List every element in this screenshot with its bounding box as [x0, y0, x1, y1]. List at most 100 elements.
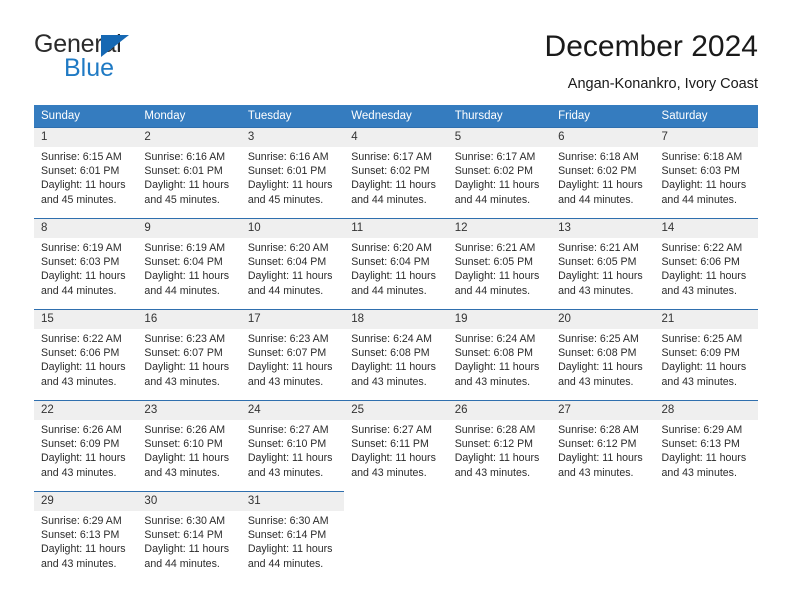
day-cell[interactable]: 21 Sunrise: 6:25 AM Sunset: 6:09 PM Dayl… [654, 309, 758, 401]
day-info: Sunrise: 6:16 AM Sunset: 6:01 PM Dayligh… [241, 147, 344, 207]
weekday-header-saturday: Saturday [654, 105, 758, 128]
day-info: Sunrise: 6:22 AM Sunset: 6:06 PM Dayligh… [34, 329, 137, 389]
day-cell[interactable]: 20 Sunrise: 6:25 AM Sunset: 6:08 PM Dayl… [551, 309, 655, 401]
day-cell[interactable]: 19 Sunrise: 6:24 AM Sunset: 6:08 PM Dayl… [447, 309, 552, 401]
day-cell[interactable]: 14 Sunrise: 6:22 AM Sunset: 6:06 PM Dayl… [654, 218, 758, 310]
day-info: Sunrise: 6:19 AM Sunset: 6:04 PM Dayligh… [137, 238, 240, 298]
day-info: Sunrise: 6:24 AM Sunset: 6:08 PM Dayligh… [448, 329, 551, 389]
day-cell[interactable]: 31 Sunrise: 6:30 AM Sunset: 6:14 PM Dayl… [240, 491, 345, 582]
day-cell[interactable]: 5 Sunrise: 6:17 AM Sunset: 6:02 PM Dayli… [447, 127, 552, 219]
day-info: Sunrise: 6:20 AM Sunset: 6:04 PM Dayligh… [241, 238, 344, 298]
day-number [448, 492, 551, 511]
day-cell[interactable]: 23 Sunrise: 6:26 AM Sunset: 6:10 PM Dayl… [137, 400, 241, 492]
day-cell[interactable]: 25 Sunrise: 6:27 AM Sunset: 6:11 PM Dayl… [344, 400, 448, 492]
day-number: 27 [551, 401, 655, 420]
day-number: 16 [137, 310, 241, 329]
day-cell[interactable]: 29 Sunrise: 6:29 AM Sunset: 6:13 PM Dayl… [34, 491, 138, 582]
calendar-body: 1 Sunrise: 6:15 AM Sunset: 6:01 PM Dayli… [34, 127, 758, 583]
day-cell[interactable]: 6 Sunrise: 6:18 AM Sunset: 6:02 PM Dayli… [551, 127, 655, 219]
day-cell[interactable]: 11 Sunrise: 6:20 AM Sunset: 6:04 PM Dayl… [344, 218, 448, 310]
day-cell[interactable]: 10 Sunrise: 6:20 AM Sunset: 6:04 PM Dayl… [240, 218, 345, 310]
daylight-text: Daylight: 11 hours and 44 minutes. [558, 179, 643, 206]
sunset-text: Sunset: 6:01 PM [144, 165, 223, 178]
day-cell[interactable]: 17 Sunrise: 6:23 AM Sunset: 6:07 PM Dayl… [240, 309, 345, 401]
sunrise-text: Sunrise: 6:27 AM [247, 424, 329, 436]
sunset-text: Sunset: 6:07 PM [247, 347, 327, 360]
weekday-header-friday: Friday [551, 105, 655, 128]
day-cell[interactable]: 4 Sunrise: 6:17 AM Sunset: 6:02 PM Dayli… [344, 127, 448, 219]
day-info: Sunrise: 6:23 AM Sunset: 6:07 PM Dayligh… [241, 329, 344, 389]
day-cell[interactable]: 1 Sunrise: 6:15 AM Sunset: 6:01 PM Dayli… [34, 127, 138, 219]
day-cell[interactable]: 15 Sunrise: 6:22 AM Sunset: 6:06 PM Dayl… [34, 309, 138, 401]
day-cell[interactable]: 12 Sunrise: 6:21 AM Sunset: 6:05 PM Dayl… [447, 218, 552, 310]
sunrise-text: Sunrise: 6:25 AM [661, 333, 743, 345]
day-cell[interactable]: 8 Sunrise: 6:19 AM Sunset: 6:03 PM Dayli… [34, 218, 138, 310]
daylight-text: Daylight: 11 hours and 45 minutes. [41, 179, 126, 206]
daylight-text: Daylight: 11 hours and 45 minutes. [247, 179, 333, 206]
sunset-text: Sunset: 6:09 PM [661, 347, 740, 360]
day-number: 23 [137, 401, 241, 420]
day-info: Sunrise: 6:28 AM Sunset: 6:12 PM Dayligh… [448, 420, 551, 480]
daylight-text: Daylight: 11 hours and 43 minutes. [41, 543, 126, 570]
sunset-text: Sunset: 6:04 PM [144, 256, 223, 269]
sunrise-text: Sunrise: 6:22 AM [41, 333, 122, 345]
day-cell[interactable]: 16 Sunrise: 6:23 AM Sunset: 6:07 PM Dayl… [137, 309, 241, 401]
sunrise-text: Sunrise: 6:17 AM [351, 151, 432, 163]
day-info: Sunrise: 6:22 AM Sunset: 6:06 PM Dayligh… [655, 238, 758, 298]
sunset-text: Sunset: 6:06 PM [41, 347, 120, 360]
day-number: 1 [34, 128, 138, 147]
weekday-header-row: Sunday Monday Tuesday Wednesday Thursday… [34, 105, 758, 128]
day-cell[interactable]: 28 Sunrise: 6:29 AM Sunset: 6:13 PM Dayl… [654, 400, 758, 492]
sunrise-text: Sunrise: 6:21 AM [454, 242, 536, 254]
daylight-text: Daylight: 11 hours and 43 minutes. [144, 361, 230, 388]
day-info: Sunrise: 6:27 AM Sunset: 6:11 PM Dayligh… [344, 420, 447, 480]
day-cell[interactable]: 27 Sunrise: 6:28 AM Sunset: 6:12 PM Dayl… [551, 400, 655, 492]
day-number: 29 [34, 492, 138, 511]
sunrise-text: Sunrise: 6:23 AM [247, 333, 329, 345]
day-cell[interactable]: 22 Sunrise: 6:26 AM Sunset: 6:09 PM Dayl… [34, 400, 138, 492]
day-cell[interactable]: 13 Sunrise: 6:21 AM Sunset: 6:05 PM Dayl… [551, 218, 655, 310]
day-cell[interactable]: 2 Sunrise: 6:16 AM Sunset: 6:01 PM Dayli… [137, 127, 241, 219]
day-number: 3 [240, 128, 345, 147]
day-info: Sunrise: 6:18 AM Sunset: 6:02 PM Dayligh… [551, 147, 654, 207]
sunrise-text: Sunrise: 6:18 AM [558, 151, 639, 163]
daylight-text: Daylight: 11 hours and 43 minutes. [558, 452, 643, 479]
sunset-text: Sunset: 6:04 PM [247, 256, 327, 269]
day-cell[interactable]: 3 Sunrise: 6:16 AM Sunset: 6:01 PM Dayli… [240, 127, 345, 219]
day-cell[interactable]: 18 Sunrise: 6:24 AM Sunset: 6:08 PM Dayl… [344, 309, 448, 401]
sunset-text: Sunset: 6:05 PM [558, 256, 637, 269]
day-number [344, 492, 447, 511]
day-number: 4 [344, 128, 448, 147]
day-cell[interactable]: 7 Sunrise: 6:18 AM Sunset: 6:03 PM Dayli… [654, 127, 758, 219]
sunrise-text: Sunrise: 6:22 AM [661, 242, 743, 254]
sunrise-text: Sunrise: 6:30 AM [247, 515, 329, 527]
day-cell[interactable]: 30 Sunrise: 6:30 AM Sunset: 6:14 PM Dayl… [137, 491, 241, 582]
weekday-header-tuesday: Tuesday [240, 105, 345, 128]
calendar-table: Sunday Monday Tuesday Wednesday Thursday… [34, 105, 758, 582]
sunset-text: Sunset: 6:02 PM [351, 165, 430, 178]
sunrise-text: Sunrise: 6:24 AM [454, 333, 536, 345]
daylight-text: Daylight: 11 hours and 44 minutes. [144, 270, 230, 297]
general-blue-logo[interactable]: General Blue [34, 32, 214, 86]
sunset-text: Sunset: 6:05 PM [454, 256, 534, 269]
sunrise-text: Sunrise: 6:29 AM [41, 515, 122, 527]
daylight-text: Daylight: 11 hours and 43 minutes. [661, 361, 747, 388]
day-cell[interactable]: 24 Sunrise: 6:27 AM Sunset: 6:10 PM Dayl… [240, 400, 345, 492]
daylight-text: Daylight: 11 hours and 44 minutes. [661, 179, 747, 206]
day-info: Sunrise: 6:20 AM Sunset: 6:04 PM Dayligh… [344, 238, 447, 298]
day-cell-empty [344, 492, 447, 583]
day-number: 28 [654, 401, 758, 420]
day-cell[interactable]: 9 Sunrise: 6:19 AM Sunset: 6:04 PM Dayli… [137, 218, 241, 310]
sunset-text: Sunset: 6:13 PM [41, 529, 120, 542]
day-cell[interactable]: 26 Sunrise: 6:28 AM Sunset: 6:12 PM Dayl… [447, 400, 552, 492]
day-number [551, 492, 654, 511]
day-number: 19 [447, 310, 552, 329]
calendar-week-row: 22 Sunrise: 6:26 AM Sunset: 6:09 PM Dayl… [34, 400, 758, 492]
page-header: General Blue December 2024 Angan-Konankr… [0, 0, 792, 98]
day-number: 31 [240, 492, 345, 511]
sunset-text: Sunset: 6:14 PM [247, 529, 327, 542]
sunset-text: Sunset: 6:10 PM [247, 438, 327, 451]
daylight-text: Daylight: 11 hours and 44 minutes. [454, 270, 540, 297]
day-info: Sunrise: 6:26 AM Sunset: 6:09 PM Dayligh… [34, 420, 137, 480]
day-info: Sunrise: 6:29 AM Sunset: 6:13 PM Dayligh… [34, 511, 137, 571]
